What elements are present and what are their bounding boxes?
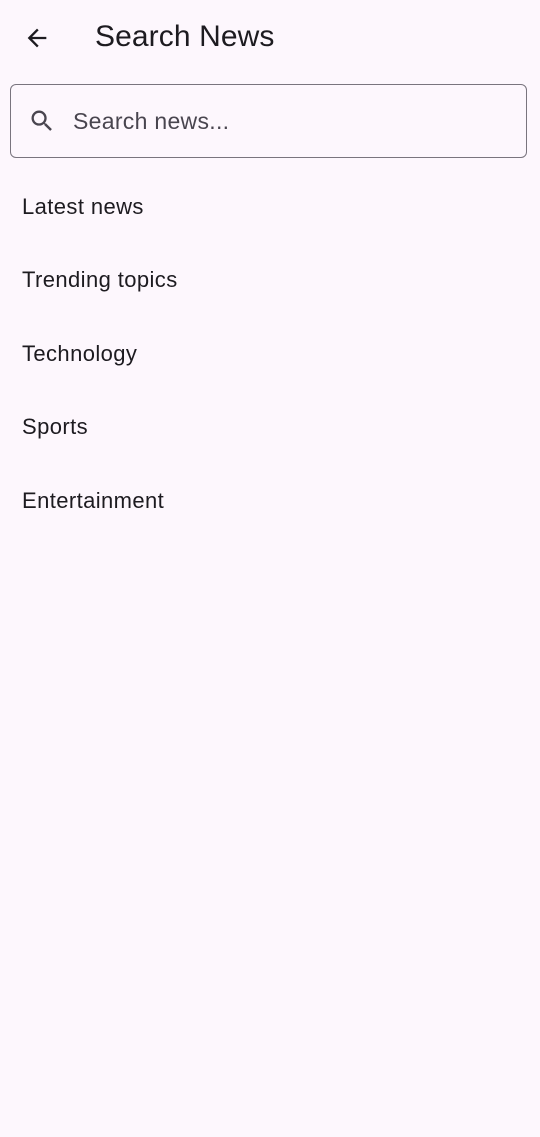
page-title: Search News [95, 20, 275, 53]
app-bar: Search News [0, 0, 540, 76]
suggestion-list: Latest news Trending topics Technology S… [0, 170, 540, 538]
back-button[interactable] [13, 14, 61, 62]
search-field[interactable] [10, 84, 527, 158]
arrow-back-icon [27, 28, 47, 48]
search-input[interactable] [73, 99, 503, 143]
suggestion-item-technology[interactable]: Technology [0, 317, 540, 391]
suggestion-item-sports[interactable]: Sports [0, 391, 540, 465]
search-icon [31, 110, 52, 131]
suggestion-item-latest-news[interactable]: Latest news [0, 170, 540, 244]
suggestion-item-entertainment[interactable]: Entertainment [0, 464, 540, 538]
suggestion-item-trending-topics[interactable]: Trending topics [0, 244, 540, 318]
